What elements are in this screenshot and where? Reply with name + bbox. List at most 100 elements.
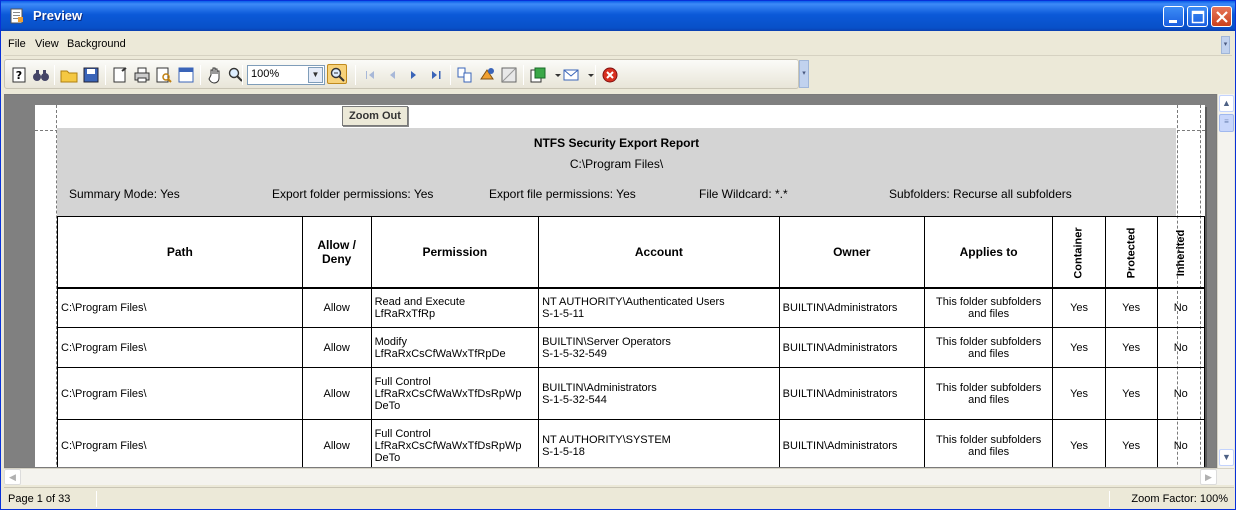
table-row: C:\Program Files\ Allow Full Control LfRa… (57, 367, 1206, 420)
column-header: Path (57, 216, 303, 288)
permission-name: Read and Execute (374, 295, 466, 308)
column-header: Allow / Deny (301, 216, 372, 288)
account-name: BUILTIN\Server Operators (542, 335, 671, 348)
hand-icon[interactable] (205, 65, 225, 85)
scroll-down-icon[interactable]: ▼ (1219, 449, 1234, 466)
report-title: NTFS Security Export Report (533, 136, 700, 150)
cell-owner: BUILTIN\Administrators (778, 327, 925, 368)
permission-code: LfRaRxCsCfWaWxTfDsRpWp (374, 439, 522, 452)
cell-owner: BUILTIN\Administrators (778, 367, 925, 420)
email-dropdown-chevron-icon[interactable] (581, 65, 594, 85)
report-header: NTFS Security Export Report C:\Program F… (57, 128, 1176, 216)
cell-account: BUILTIN\Administrators S-1-5-32-544 (538, 367, 780, 420)
menu-bar: File View Background ▾ (4, 34, 1232, 56)
menu-view[interactable]: View (35, 38, 59, 50)
next-page-icon[interactable] (404, 65, 424, 85)
previous-page-icon[interactable] (382, 65, 402, 85)
permission-name: Full Control (374, 375, 431, 388)
magnifier-icon[interactable] (226, 65, 246, 85)
cell-permission: Modify LfRaRxCsCfWaWxTfRpDe (370, 327, 540, 368)
summary-file-wildcard: File Wildcard: *.* (699, 187, 788, 201)
column-header: Protected (1104, 216, 1158, 288)
close-preview-icon[interactable] (600, 65, 620, 85)
open-icon[interactable] (59, 65, 79, 85)
menu-overflow-chevron-icon[interactable]: ▾ (1221, 36, 1230, 54)
permission-code: LfRaRxTfRp (374, 307, 436, 320)
cell-path: C:\Program Files\ (57, 367, 303, 420)
cell-path: C:\Program Files\ (57, 327, 303, 368)
zoom-out-icon[interactable] (327, 64, 347, 84)
svg-text:?: ? (16, 69, 22, 82)
zoom-out-tooltip: Zoom Out (342, 106, 408, 126)
close-button[interactable] (1211, 6, 1232, 27)
cell-protected: Yes (1104, 367, 1158, 420)
zoom-factor: Zoom Factor: 100% (1131, 493, 1228, 505)
horizontal-scrollbar[interactable]: ◀ ▶ (4, 468, 1234, 485)
document-viewport[interactable]: NTFS Security Export Report C:\Program F… (4, 94, 1217, 468)
chevron-down-icon[interactable]: ▼ (308, 67, 323, 83)
first-page-icon[interactable] (360, 65, 380, 85)
column-header: Inherited (1156, 216, 1206, 288)
scrollbar-thumb[interactable]: ≡ (1219, 114, 1234, 132)
cell-allow: Allow (301, 327, 372, 368)
scroll-left-icon[interactable]: ◀ (4, 469, 21, 485)
account-sid: S-1-5-32-544 (542, 393, 607, 406)
app-icon (9, 8, 25, 24)
scroll-right-icon[interactable]: ▶ (1200, 469, 1217, 485)
save-icon[interactable] (81, 65, 101, 85)
cell-inherited: No (1156, 419, 1206, 467)
close-icon (1216, 11, 1228, 23)
permission-code: LfRaRxCsCfWaWxTfDsRpWp (374, 387, 522, 400)
toolbar-overflow-chevron-icon[interactable]: ▾ (799, 60, 809, 88)
page-indicator: Page 1 of 33 (8, 493, 71, 505)
summary-subfolders: Subfolders: Recurse all subfolders (889, 187, 1072, 201)
cell-protected: Yes (1104, 327, 1158, 368)
window-title: Preview (33, 8, 83, 23)
cell-permission: Read and Execute LfRaRxTfRp (370, 287, 540, 328)
menu-background[interactable]: Background (67, 38, 126, 50)
export-document-icon[interactable] (528, 65, 548, 85)
maximize-button[interactable] (1187, 6, 1208, 27)
zoom-select[interactable]: 100% ▼ (247, 65, 325, 85)
report-path: C:\Program Files\ (569, 157, 664, 171)
export-dropdown-chevron-icon[interactable] (548, 65, 561, 85)
column-header: Account (538, 216, 780, 288)
color-icon[interactable] (477, 65, 497, 85)
cell-path: C:\Program Files\ (57, 419, 303, 467)
cell-allow: Allow (301, 287, 372, 328)
minimize-button[interactable] (1163, 6, 1184, 27)
cell-applies-to: This folder subfolders and files (923, 327, 1054, 368)
cell-protected: Yes (1104, 287, 1158, 328)
table-row: C:\Program Files\ Allow Modify LfRaRxCsCf… (57, 327, 1206, 368)
cell-account: NT AUTHORITY\SYSTEM S-1-5-18 (538, 419, 780, 467)
last-page-icon[interactable] (426, 65, 446, 85)
cell-owner: BUILTIN\Administrators (778, 419, 925, 467)
watermark-icon[interactable] (499, 65, 519, 85)
preview-window: Preview File View Background ▾ ? 100% ▼ … (0, 0, 1236, 510)
vertical-scrollbar[interactable]: ▲ ≡ ▼ (1217, 94, 1234, 468)
title-bar[interactable]: Preview (1, 1, 1235, 31)
cell-protected: Yes (1104, 419, 1158, 467)
menu-file[interactable]: File (8, 38, 26, 50)
cell-allow: Allow (301, 367, 372, 420)
account-name: BUILTIN\Administrators (542, 381, 657, 394)
email-icon[interactable] (561, 65, 581, 85)
cell-path: C:\Program Files\ (57, 287, 303, 328)
column-header-label: Protected (1125, 227, 1138, 279)
help-icon[interactable]: ? (9, 65, 29, 85)
print-icon[interactable] (132, 65, 152, 85)
account-name: NT AUTHORITY\Authenticated Users (542, 295, 725, 308)
export-icon[interactable] (176, 65, 196, 85)
cell-inherited: No (1156, 327, 1206, 368)
column-header: Applies to (923, 216, 1054, 288)
cell-inherited: No (1156, 367, 1206, 420)
print-preview-icon[interactable] (154, 65, 174, 85)
cell-permission: Full Control LfRaRxCsCfWaWxTfDsRpWp DeTo (370, 419, 540, 467)
zoom-select-value: 100% (251, 68, 280, 80)
account-sid: S-1-5-32-549 (542, 347, 607, 360)
column-header: Permission (370, 216, 540, 288)
scroll-up-icon[interactable]: ▲ (1219, 95, 1234, 112)
multiple-pages-icon[interactable] (455, 65, 475, 85)
page-setup-icon[interactable] (110, 65, 130, 85)
find-icon[interactable] (31, 65, 51, 85)
